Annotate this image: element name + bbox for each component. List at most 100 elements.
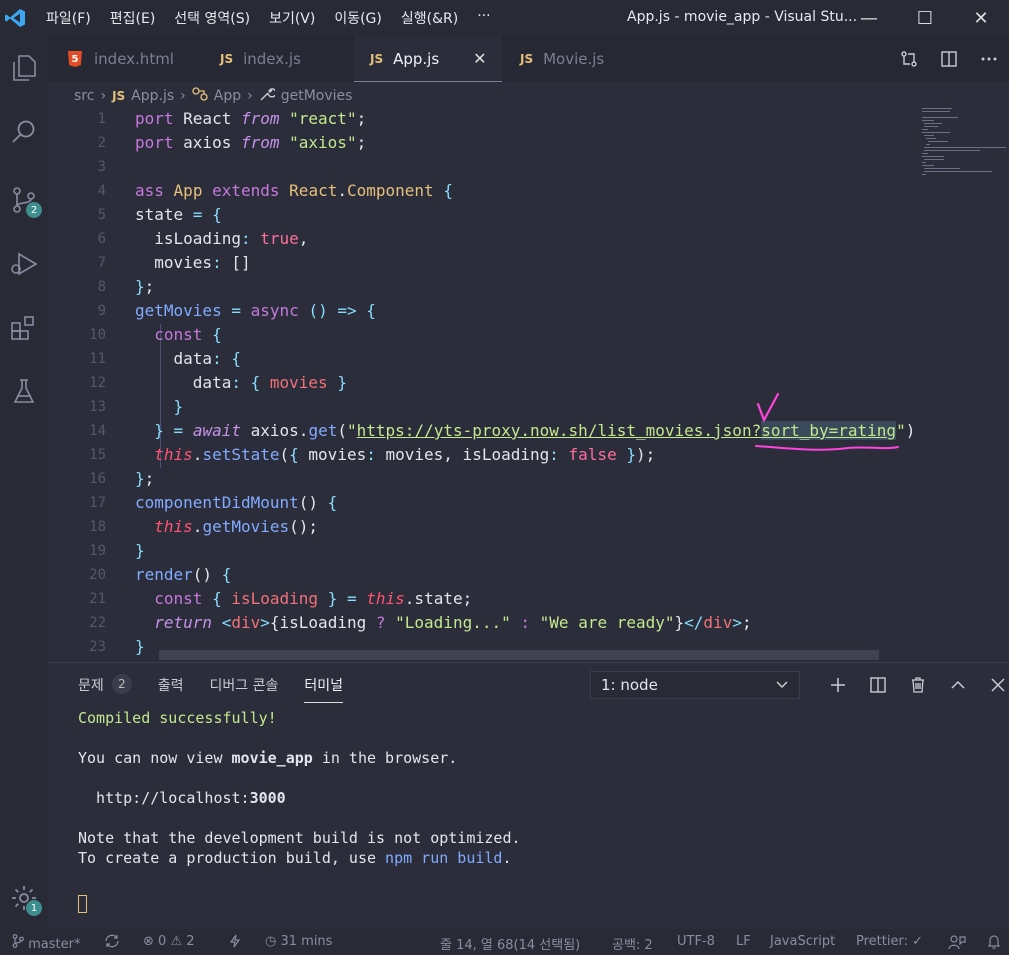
more-actions-icon[interactable]: [969, 56, 1009, 62]
new-terminal-icon[interactable]: [818, 671, 858, 699]
tab-problems[interactable]: 문제 2: [78, 674, 132, 703]
tab-label: Movie.js: [543, 50, 605, 68]
terminal-select-value: 1: node: [601, 676, 658, 694]
branch-indicator[interactable]: master*: [12, 934, 80, 952]
menu-go[interactable]: 이동(G): [334, 8, 382, 28]
tab-label: 터미널: [304, 678, 344, 694]
line-number: 12: [89, 375, 106, 391]
feedback-icon[interactable]: [948, 934, 966, 954]
tab-debug-console[interactable]: 디버그 콘솔: [210, 675, 279, 703]
line-number: 23: [89, 639, 106, 655]
tab-index-html[interactable]: 5 index.html: [68, 36, 206, 82]
code-text: data: {: [135, 349, 241, 368]
menu-selection[interactable]: 선택 영역(S): [174, 8, 250, 28]
code-text: this.setState({ movies: movies, isLoadin…: [154, 445, 656, 464]
horizontal-scrollbar[interactable]: [159, 650, 879, 660]
tab-app-js[interactable]: JS App.js ✕: [354, 36, 502, 82]
breadcrumb-class[interactable]: App: [214, 88, 241, 104]
code-text: getMovies = async () => {: [135, 301, 376, 320]
line-number: 13: [89, 399, 106, 415]
line-number: 18: [89, 519, 106, 535]
code-editor[interactable]: 1 port React from "react"; 2 port axios …: [48, 108, 918, 656]
js-icon: JS: [520, 52, 534, 66]
source-control-icon[interactable]: 2: [0, 176, 48, 224]
breadcrumb-method[interactable]: getMovies: [281, 88, 353, 104]
menu-view[interactable]: 보기(V): [269, 8, 315, 28]
sync-icon[interactable]: [104, 934, 120, 952]
settings-gear-icon[interactable]: 1: [0, 874, 48, 922]
breadcrumb-file[interactable]: App.js: [131, 88, 174, 104]
problems-indicator[interactable]: ⊗ 0 ⚠ 2: [143, 934, 195, 949]
tab-label: index.js: [243, 50, 301, 68]
terminal-select[interactable]: 1: node: [590, 671, 800, 699]
code-text: ass App extends React.Component {: [135, 181, 453, 200]
code-text: const { isLoading } = this.state;: [154, 589, 473, 608]
prettier-status[interactable]: Prettier: ✓: [856, 934, 923, 949]
code-line: 10 const {: [48, 324, 918, 348]
close-icon[interactable]: ✕: [473, 49, 486, 68]
code-line: 9 getMovies = async () => {: [48, 300, 918, 324]
menu-file[interactable]: 파일(F): [46, 8, 91, 28]
tab-label: 출력: [157, 678, 184, 694]
line-number: 21: [89, 591, 106, 607]
split-editor-icon[interactable]: [929, 50, 969, 68]
tab-output[interactable]: 출력: [158, 675, 184, 703]
tab-terminal[interactable]: 터미널: [304, 675, 344, 703]
tab-label: App.js: [393, 49, 440, 68]
extensions-icon[interactable]: [0, 304, 48, 352]
code-text: };: [135, 277, 155, 296]
tab-movie-js[interactable]: JS Movie.js: [520, 36, 650, 82]
code-line: 8 };: [48, 276, 918, 300]
compare-changes-icon[interactable]: [889, 50, 929, 68]
cursor-position[interactable]: 줄 14, 열 68(14 선택됨): [440, 934, 580, 953]
trash-icon[interactable]: [898, 671, 938, 699]
code-text: const {: [154, 325, 222, 344]
line-number: 10: [89, 327, 106, 343]
code-line: 7 movies: []: [48, 252, 918, 276]
settings-badge: 1: [26, 900, 42, 916]
terminal-line: To create a production build, use npm ru…: [78, 849, 512, 867]
problems-count-badge: 2: [111, 674, 132, 694]
line-number: 8: [97, 279, 106, 295]
code-line: 22 return <div>{isLoading ? "Loading..."…: [48, 612, 918, 636]
lightning-icon[interactable]: [229, 934, 241, 952]
line-number: 16: [89, 471, 106, 487]
error-icon: ⊗: [143, 934, 154, 949]
js-icon: JS: [112, 89, 126, 103]
split-terminal-icon[interactable]: [858, 671, 898, 699]
code-text: movies: []: [135, 253, 251, 272]
breadcrumb-folder[interactable]: src: [74, 88, 94, 104]
language-mode[interactable]: JavaScript: [770, 934, 835, 949]
maximize-button[interactable]: ☐: [897, 0, 953, 36]
end-of-line[interactable]: LF: [736, 934, 751, 949]
line-number: 15: [89, 447, 106, 463]
code-line: 11 data: {: [48, 348, 918, 372]
close-window-button[interactable]: ✕: [953, 0, 1009, 36]
menu-edit[interactable]: 편집(E): [110, 8, 156, 28]
maximize-panel-icon[interactable]: [938, 671, 978, 699]
code-text: return <div>{isLoading ? "Loading..." : …: [154, 613, 752, 632]
terminal-cursor: [78, 895, 87, 913]
explorer-icon[interactable]: [0, 44, 48, 92]
bottom-panel: 문제 2 출력 디버그 콘솔 터미널 1: node Compiled succ…: [48, 662, 1009, 929]
search-icon[interactable]: [0, 108, 48, 156]
menu-more[interactable]: ···: [477, 8, 490, 28]
tab-index-js[interactable]: JS index.js: [220, 36, 355, 82]
line-number: 20: [89, 567, 106, 583]
chevron-right-icon: ›: [247, 88, 253, 104]
encoding[interactable]: UTF-8: [677, 934, 715, 949]
line-number: 1: [97, 111, 106, 127]
terminal-output[interactable]: Compiled successfully! You can now view …: [78, 709, 521, 919]
run-debug-icon[interactable]: [0, 240, 48, 288]
code-text: }: [173, 397, 184, 416]
notification-bell-icon[interactable]: [987, 934, 1001, 954]
line-number: 7: [97, 255, 106, 271]
indentation[interactable]: 공백: 2: [612, 934, 653, 953]
close-panel-icon[interactable]: [978, 671, 1009, 699]
minimap[interactable]: [918, 108, 1009, 656]
testing-flask-icon[interactable]: [0, 368, 48, 416]
minimize-button[interactable]: —: [841, 0, 897, 36]
chevron-right-icon: ›: [100, 88, 107, 104]
menu-run[interactable]: 실행(&R): [401, 8, 458, 28]
time-tracker[interactable]: ◷ 31 mins: [265, 934, 332, 949]
